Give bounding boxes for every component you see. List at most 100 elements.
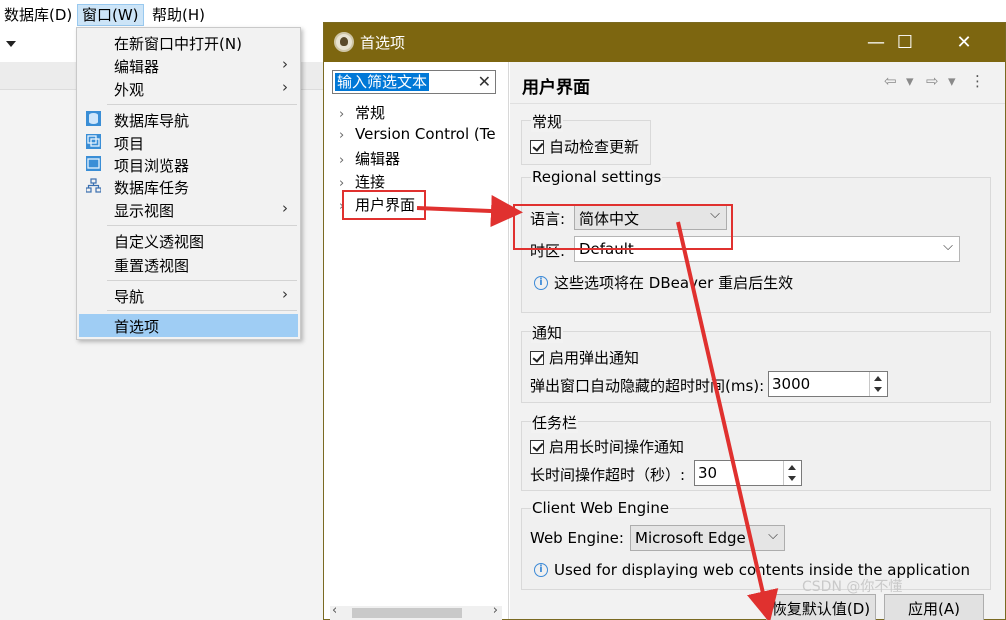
tree-horizontal-scrollbar[interactable]: ‹ ›: [330, 603, 502, 620]
preference-tree-pane: 输入筛选文本 ✕ › 常规 › Version Control (Te › 编辑器 ›…: [324, 62, 509, 620]
group-title: Client Web Engine: [531, 499, 671, 517]
clear-filter-icon[interactable]: ✕: [478, 72, 491, 91]
checkbox-label: 启用弹出通知: [549, 349, 640, 367]
popup-notifications-checkbox[interactable]: 启用弹出通知: [530, 347, 639, 368]
menu-item-reset-perspective[interactable]: 重置透视图: [79, 253, 298, 276]
menu-item-projects[interactable]: 项目: [79, 131, 298, 154]
expand-chevron-icon[interactable]: ›: [339, 107, 355, 122]
spinner-buttons[interactable]: [869, 372, 887, 396]
auto-update-checkbox[interactable]: 自动检查更新: [530, 136, 639, 157]
scroll-left-icon[interactable]: ‹: [332, 603, 337, 618]
spin-up-icon[interactable]: [874, 376, 882, 381]
menu-item-show-view[interactable]: 显示视图 ›: [79, 198, 298, 221]
long-operation-timeout-value: 30: [698, 464, 718, 482]
web-engine-label: Web Engine:: [530, 529, 624, 547]
scroll-right-icon[interactable]: ›: [493, 603, 498, 618]
preference-page: 用户界面 ⇦ ▾ ⇨ ▾ ⋮ 常规 自动检查更新 Regional settin…: [510, 62, 1005, 620]
web-engine-select[interactable]: Microsoft Edge ⌵: [630, 525, 785, 551]
close-button[interactable]: ✕: [935, 23, 993, 62]
scrollbar-thumb[interactable]: [352, 608, 462, 618]
popup-timeout-spinner[interactable]: 3000: [768, 371, 888, 397]
web-engine-note-text: Used for displaying web contents inside …: [554, 561, 971, 579]
info-icon: i: [534, 275, 548, 290]
web-engine-value: Microsoft Edge: [635, 529, 746, 547]
web-engine-group: Client Web Engine Web Engine: Microsoft …: [521, 499, 991, 590]
menu-item-label: 编辑器: [114, 58, 160, 76]
menu-item-label: 外观: [114, 81, 145, 99]
forward-menu-chevron-icon[interactable]: ▾: [948, 72, 956, 90]
dialog-title: 首选项: [360, 34, 406, 52]
submenu-arrow-icon: ›: [282, 55, 288, 73]
group-title: 常规: [531, 111, 564, 132]
checkbox-checked-icon[interactable]: [530, 439, 544, 454]
menu-help[interactable]: 帮助(H): [148, 4, 209, 26]
long-operation-timeout-label: 长时间操作超时（秒）:: [530, 466, 686, 484]
checkbox-checked-icon[interactable]: [530, 350, 544, 365]
tree-item-editors[interactable]: › 编辑器: [339, 148, 400, 169]
spin-down-icon[interactable]: [788, 476, 796, 481]
menu-database[interactable]: 数据库(D): [0, 4, 76, 26]
apply-button[interactable]: 应用(A): [884, 594, 984, 620]
menu-item-label: 显示视图: [114, 202, 175, 220]
checkbox-label: 自动检查更新: [549, 138, 640, 156]
menu-item-editors[interactable]: 编辑器 ›: [79, 54, 298, 77]
project-explorer-icon: [86, 156, 101, 171]
menu-item-customize-perspective[interactable]: 自定义透视图: [79, 229, 298, 252]
back-menu-chevron-icon[interactable]: ▾: [906, 72, 914, 90]
menu-window[interactable]: 窗口(W): [77, 4, 144, 26]
spin-up-icon[interactable]: [788, 465, 796, 470]
popup-timeout-value: 3000: [772, 375, 811, 393]
forward-arrow-icon[interactable]: ⇨: [926, 72, 939, 90]
group-title: 通知: [531, 322, 564, 343]
spin-down-icon[interactable]: [874, 387, 882, 392]
spinner-buttons[interactable]: [783, 461, 801, 485]
menu-item-project-explorer[interactable]: 项目浏览器: [79, 153, 298, 176]
expand-chevron-icon[interactable]: ›: [339, 128, 355, 143]
long-operation-timeout-spinner[interactable]: 30: [694, 460, 802, 486]
maximize-button[interactable]: ☐: [876, 23, 934, 62]
tree-item-label: Version Control (Te: [355, 125, 496, 143]
dialog-title-bar[interactable]: 首选项 — ☐ ✕: [324, 23, 1005, 62]
tree-item-general[interactable]: › 常规: [339, 102, 385, 123]
preferences-dialog: 首选项 — ☐ ✕ 输入筛选文本 ✕ › 常规 › Version Control …: [323, 22, 1006, 620]
submenu-arrow-icon: ›: [282, 285, 288, 303]
menu-item-label: 项目: [114, 135, 145, 153]
database-tasks-icon: [86, 178, 101, 193]
restart-note-text: 这些选项将在 DBeaver 重启后生效: [554, 274, 794, 292]
checkbox-checked-icon[interactable]: [530, 139, 544, 154]
projects-icon: [86, 134, 101, 149]
checkbox-label: 启用长时间操作通知: [549, 438, 685, 456]
menu-separator: [107, 310, 297, 311]
view-menu-icon[interactable]: ⋮: [970, 72, 985, 90]
page-header: 用户界面 ⇦ ▾ ⇨ ▾ ⋮: [510, 62, 1005, 104]
submenu-arrow-icon: ›: [282, 78, 288, 96]
chevron-down-icon: ⌵: [943, 239, 953, 254]
expand-chevron-icon[interactable]: ›: [339, 153, 355, 168]
menu-item-database-navigator[interactable]: 数据库导航: [79, 108, 298, 131]
tree-item-label: 编辑器: [355, 150, 401, 168]
toolbar-dropdown-icon[interactable]: [6, 41, 16, 47]
expand-chevron-icon[interactable]: ›: [339, 176, 355, 191]
database-navigator-icon: [86, 111, 101, 126]
menu-item-label: 项目浏览器: [114, 157, 190, 175]
menu-separator: [107, 104, 297, 105]
back-arrow-icon[interactable]: ⇦: [884, 72, 897, 90]
menu-item-appearance[interactable]: 外观 ›: [79, 77, 298, 100]
menu-item-navigation[interactable]: 导航 ›: [79, 284, 298, 307]
menu-item-open-new-window[interactable]: 在新窗口中打开(N): [79, 31, 298, 54]
tree-item-label: 连接: [355, 173, 386, 191]
filter-input[interactable]: 输入筛选文本 ✕: [332, 70, 496, 94]
tree-item-connections[interactable]: › 连接: [339, 171, 385, 192]
taskbar-group: 任务栏 启用长时间操作通知 长时间操作超时（秒）: 30: [521, 412, 991, 491]
menu-item-label: 重置透视图: [114, 257, 190, 275]
dbeaver-logo-icon: [334, 32, 354, 52]
menu-item-label: 数据库任务: [114, 179, 190, 197]
notifications-group: 通知 启用弹出通知 弹出窗口自动隐藏的超时时间(ms): 3000: [521, 322, 991, 403]
tree-item-version-control[interactable]: › Version Control (Te: [339, 125, 496, 143]
menu-item-preferences[interactable]: 首选项: [79, 314, 298, 337]
long-operation-checkbox[interactable]: 启用长时间操作通知: [530, 436, 684, 457]
restore-defaults-button[interactable]: 恢复默认值(D): [766, 594, 876, 620]
menu-item-database-tasks[interactable]: 数据库任务: [79, 175, 298, 198]
csdn-watermark: CSDN @你不懂: [802, 579, 903, 595]
restart-note: i 这些选项将在 DBeaver 重启后生效: [534, 272, 793, 293]
